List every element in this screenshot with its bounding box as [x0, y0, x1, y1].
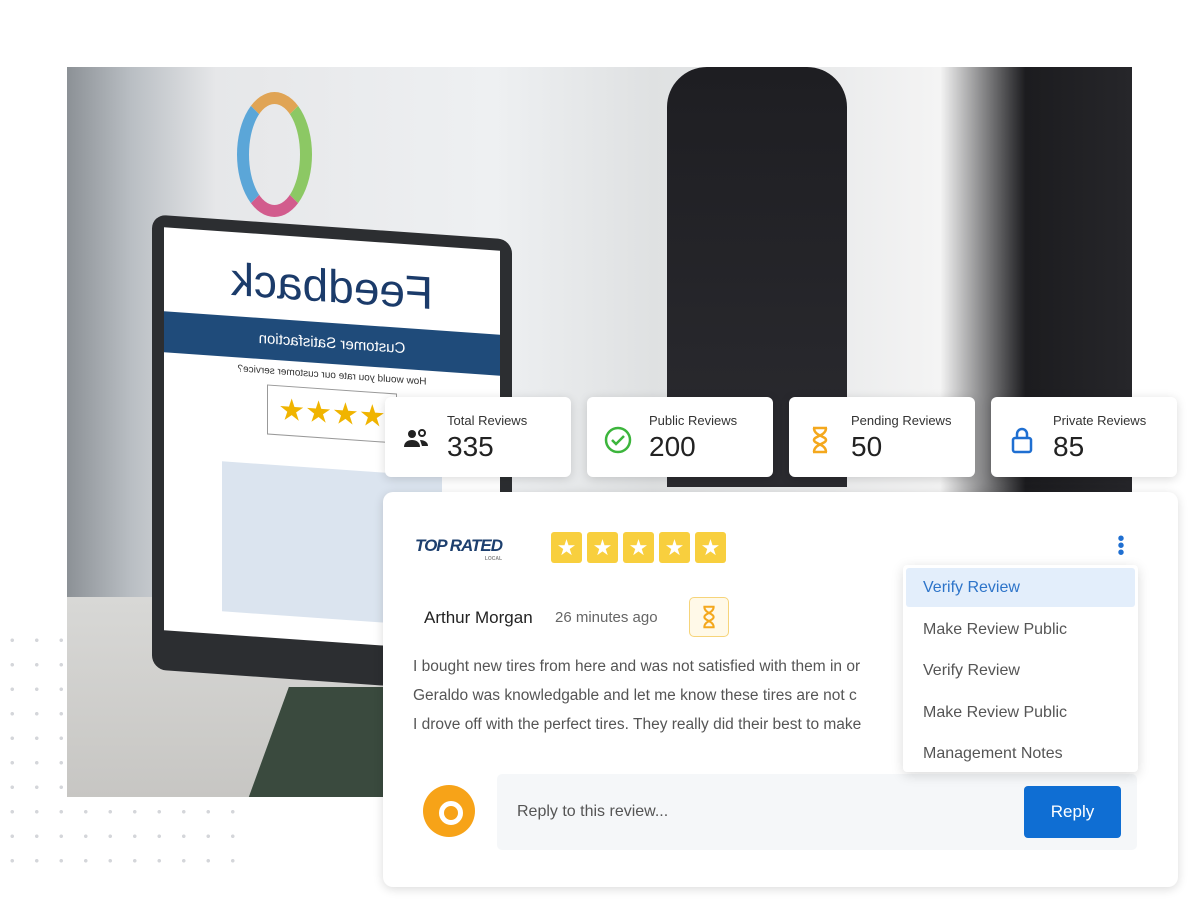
star-icon: ★ — [587, 532, 618, 563]
stat-label: Total Reviews — [447, 413, 528, 428]
menu-item-verify-review[interactable]: Verify Review — [906, 568, 1135, 607]
star-icon: ★ — [659, 532, 690, 563]
review-line: Geraldo was knowledgable and let me know… — [413, 687, 857, 704]
check-circle-icon — [604, 426, 632, 454]
lock-icon — [1011, 427, 1033, 454]
users-icon — [404, 429, 428, 447]
star-icon: ★ — [623, 532, 654, 563]
pending-status-badge — [689, 597, 729, 637]
hourglass-icon — [812, 426, 828, 454]
menu-item-management-notes[interactable]: Management Notes — [906, 734, 1135, 773]
star-rating: ★ ★ ★ ★ ★ — [551, 532, 726, 563]
color-wheel-poster — [237, 92, 312, 217]
review-text: I bought new tires from here and was not… — [413, 652, 903, 739]
star-icon: ★ — [695, 532, 726, 563]
stat-value: 85 — [1053, 431, 1085, 462]
logo-subtext: LOCAL — [484, 556, 503, 562]
stat-label: Private Reviews — [1053, 413, 1147, 428]
review-actions-menu: Verify Review Make Review Public Verify … — [903, 565, 1138, 772]
menu-item-make-review-public[interactable]: Make Review Public — [906, 610, 1135, 649]
stat-value: 200 — [649, 431, 696, 462]
stat-public-reviews: Public Reviews 200 — [587, 397, 773, 477]
stat-private-reviews: Private Reviews 85 — [991, 397, 1177, 477]
reply-input[interactable] — [517, 794, 997, 830]
stat-label: Pending Reviews — [851, 413, 952, 428]
menu-item-make-review-public[interactable]: Make Review Public — [906, 693, 1135, 732]
reviewer-name: Arthur Morgan — [424, 608, 533, 627]
stat-value: 50 — [851, 431, 883, 462]
top-rated-logo: TOP RATED LOCAL — [415, 536, 503, 562]
stat-label: Public Reviews — [649, 413, 738, 428]
stat-pending-reviews: Pending Reviews 50 — [789, 397, 975, 477]
stat-value: 335 — [447, 431, 494, 462]
menu-item-verify-review[interactable]: Verify Review — [906, 651, 1135, 690]
reply-button[interactable]: Reply — [1024, 786, 1121, 838]
review-line: I drove off with the perfect tires. They… — [413, 716, 862, 733]
review-line: I bought new tires from here and was not… — [413, 658, 861, 675]
more-options-icon[interactable]: • • • — [1116, 529, 1126, 563]
reply-box: Reply — [497, 774, 1137, 850]
stat-total-reviews: Total Reviews 335 — [385, 397, 571, 477]
laptop-feedback-title: Feedback — [231, 252, 434, 320]
review-time: 26 minutes ago — [555, 609, 658, 626]
avatar — [423, 785, 475, 837]
hourglass-icon — [703, 605, 715, 629]
logo-text: TOP RATED — [415, 536, 503, 555]
star-icon: ★ — [551, 532, 582, 563]
laptop-stars: ★★★★ — [267, 384, 397, 444]
